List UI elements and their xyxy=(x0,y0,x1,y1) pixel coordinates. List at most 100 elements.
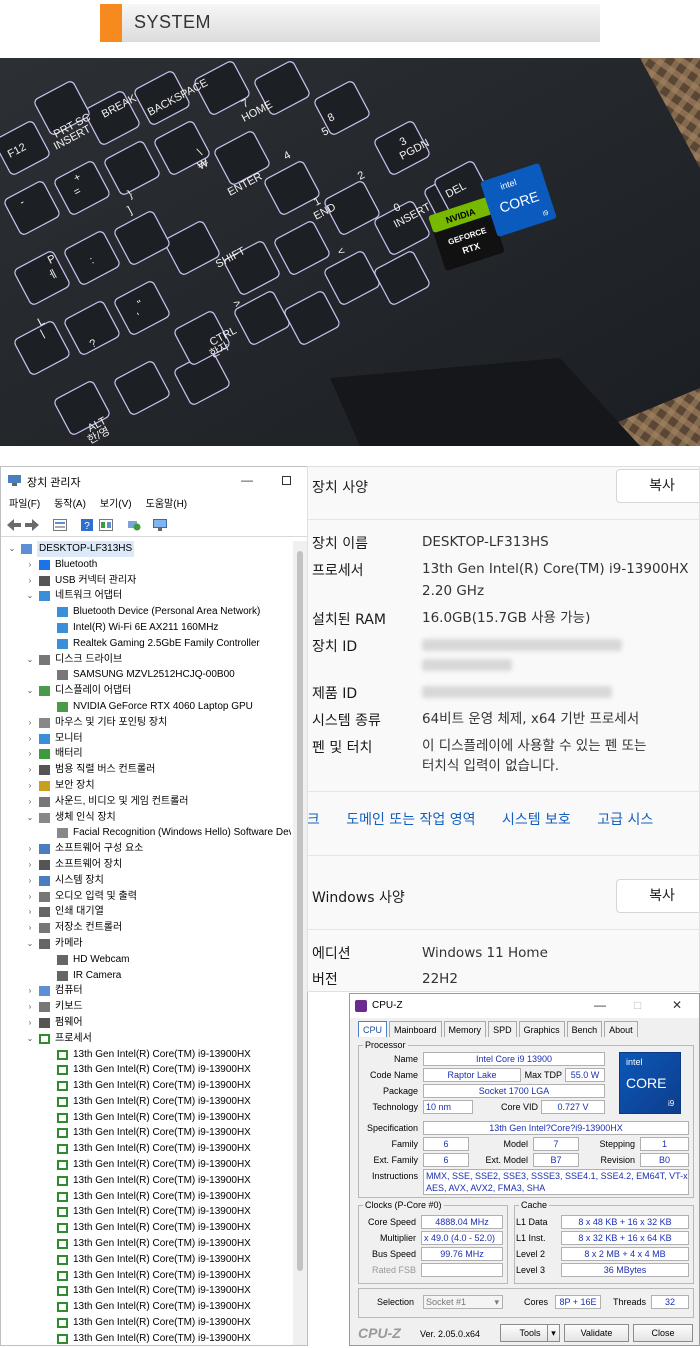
chevron-right-icon[interactable]: › xyxy=(25,904,35,920)
menu-help[interactable]: 도움말(H) xyxy=(146,495,187,513)
tree-item[interactable]: Realtek Gaming 2.5GbE Family Controller xyxy=(1,636,291,652)
tree-item[interactable]: ⌄ 카메라 xyxy=(1,936,291,952)
tree-item[interactable]: 13th Gen Intel(R) Core(TM) i9-13900HX xyxy=(1,1236,291,1252)
close-icon[interactable]: ✕ xyxy=(672,998,682,1012)
back-arrow-icon[interactable] xyxy=(7,519,21,531)
tools-button[interactable]: Tools ▾ xyxy=(500,1324,560,1342)
tree-item[interactable]: 13th Gen Intel(R) Core(TM) i9-13900HX xyxy=(1,1125,291,1141)
vertical-scrollbar[interactable] xyxy=(293,541,307,1345)
tree-item[interactable]: ⌄ 디스크 드라이브 xyxy=(1,652,291,668)
link-domain-workgroup[interactable]: 도메인 또는 작업 영역 xyxy=(346,812,475,828)
maximize-button[interactable]: □ xyxy=(634,998,641,1012)
tree-item[interactable]: ⌄ 생체 인식 장치 xyxy=(1,810,291,826)
tree-item[interactable]: › Bluetooth xyxy=(1,557,291,573)
chevron-down-icon[interactable]: ⌄ xyxy=(25,1031,35,1047)
chevron-right-icon[interactable]: › xyxy=(25,920,35,936)
tree-item[interactable]: › 범용 직렬 버스 컨트롤러 xyxy=(1,762,291,778)
tree-item[interactable]: › 컴퓨터 xyxy=(1,983,291,999)
tab-spd[interactable]: SPD xyxy=(488,1021,517,1037)
tree-item[interactable]: › 오디오 입력 및 출력 xyxy=(1,889,291,905)
tree-item[interactable]: › 모니터 xyxy=(1,731,291,747)
tree-item[interactable]: › 마우스 및 기타 포인팅 장치 xyxy=(1,715,291,731)
tree-item[interactable]: ⌄ 네트워크 어댑터 xyxy=(1,588,291,604)
tree-item[interactable]: › 저장소 컨트롤러 xyxy=(1,920,291,936)
tree-item[interactable]: 13th Gen Intel(R) Core(TM) i9-13900HX xyxy=(1,1315,291,1331)
tab-bench[interactable]: Bench xyxy=(566,1021,603,1037)
chevron-right-icon[interactable]: › xyxy=(25,762,35,778)
tree-item[interactable]: 13th Gen Intel(R) Core(TM) i9-13900HX xyxy=(1,1047,291,1063)
help-icon[interactable]: ? xyxy=(81,519,93,531)
validate-button[interactable]: Validate xyxy=(564,1324,629,1342)
minimize-button[interactable]: — xyxy=(241,473,253,487)
tree-item[interactable]: › 소프트웨어 장치 xyxy=(1,857,291,873)
tree-item[interactable]: 13th Gen Intel(R) Core(TM) i9-13900HX xyxy=(1,1252,291,1268)
chevron-right-icon[interactable]: › xyxy=(25,746,35,762)
tree-item[interactable]: SAMSUNG MZVL2512HCJQ-00B00 xyxy=(1,667,291,683)
chevron-right-icon[interactable]: › xyxy=(25,794,35,810)
tree-item[interactable]: › 배터리 xyxy=(1,746,291,762)
chevron-right-icon[interactable]: › xyxy=(25,983,35,999)
tree-item[interactable]: › 시스템 장치 xyxy=(1,873,291,889)
tree-item[interactable]: Facial Recognition (Windows Hello) Softw… xyxy=(1,825,291,841)
chevron-right-icon[interactable]: › xyxy=(25,731,35,747)
tab-memory[interactable]: Memory xyxy=(443,1021,487,1037)
chevron-down-icon[interactable]: ⌄ xyxy=(25,683,35,699)
chevron-down-icon[interactable]: ⌄ xyxy=(25,588,35,604)
scan-hardware-icon[interactable] xyxy=(127,519,141,531)
tab-graphics[interactable]: Graphics xyxy=(518,1021,565,1037)
tree-item[interactable]: IR Camera xyxy=(1,968,291,984)
tree-item[interactable]: › 사운드, 비디오 및 게임 컨트롤러 xyxy=(1,794,291,810)
copy-windows-specs-button[interactable]: 복사 xyxy=(616,879,699,913)
tree-item[interactable]: › 펌웨어 xyxy=(1,1015,291,1031)
monitor-icon[interactable] xyxy=(153,519,167,531)
tree-item[interactable]: 13th Gen Intel(R) Core(TM) i9-13900HX xyxy=(1,1220,291,1236)
tree-item[interactable]: ⌄ 프로세서 xyxy=(1,1031,291,1047)
link-advanced-system[interactable]: 고급 시스 xyxy=(597,812,653,828)
tree-item[interactable]: HD Webcam xyxy=(1,952,291,968)
chevron-down-icon[interactable]: ⌄ xyxy=(25,652,35,668)
tree-item[interactable]: 13th Gen Intel(R) Core(TM) i9-13900HX xyxy=(1,1189,291,1205)
chevron-right-icon[interactable]: › xyxy=(25,778,35,794)
chevron-right-icon[interactable]: › xyxy=(25,857,35,873)
chevron-right-icon[interactable]: › xyxy=(25,557,35,573)
chevron-down-icon[interactable]: ⌄ xyxy=(25,936,35,952)
tab-about[interactable]: About xyxy=(604,1021,638,1037)
maximize-button[interactable] xyxy=(282,476,291,485)
tree-item[interactable]: 13th Gen Intel(R) Core(TM) i9-13900HX xyxy=(1,1331,291,1345)
tree-item[interactable]: › 키보드 xyxy=(1,999,291,1015)
chevron-right-icon[interactable]: › xyxy=(25,889,35,905)
close-button[interactable]: Close xyxy=(633,1324,693,1342)
menu-view[interactable]: 보기(V) xyxy=(100,495,132,513)
tree-item[interactable]: › 보안 장치 xyxy=(1,778,291,794)
copy-device-specs-button[interactable]: 복사 xyxy=(616,469,699,503)
tree-item[interactable]: 13th Gen Intel(R) Core(TM) i9-13900HX xyxy=(1,1299,291,1315)
tree-item[interactable]: 13th Gen Intel(R) Core(TM) i9-13900HX xyxy=(1,1268,291,1284)
menu-action[interactable]: 동작(A) xyxy=(54,495,86,513)
forward-arrow-icon[interactable] xyxy=(25,519,39,531)
tree-item[interactable]: 13th Gen Intel(R) Core(TM) i9-13900HX xyxy=(1,1062,291,1078)
properties-view-icon[interactable] xyxy=(53,519,67,531)
chevron-right-icon[interactable]: › xyxy=(25,1015,35,1031)
tree-item[interactable]: › 소프트웨어 구성 요소 xyxy=(1,841,291,857)
socket-select[interactable]: Socket #1 ▾ xyxy=(423,1295,503,1309)
chevron-right-icon[interactable]: › xyxy=(25,841,35,857)
tree-item[interactable]: Bluetooth Device (Personal Area Network) xyxy=(1,604,291,620)
tree-item[interactable]: ⌄ DESKTOP-LF313HS xyxy=(1,541,291,557)
chevron-right-icon[interactable]: › xyxy=(25,999,35,1015)
tree-item[interactable]: 13th Gen Intel(R) Core(TM) i9-13900HX xyxy=(1,1283,291,1299)
scrollbar-thumb[interactable] xyxy=(297,551,303,1271)
tree-item[interactable]: 13th Gen Intel(R) Core(TM) i9-13900HX xyxy=(1,1078,291,1094)
link-system-protection[interactable]: 시스템 보호 xyxy=(502,812,571,828)
minimize-button[interactable]: — xyxy=(594,998,606,1012)
chevron-down-icon[interactable]: ⌄ xyxy=(7,541,17,557)
menu-file[interactable]: 파일(F) xyxy=(9,495,40,513)
tab-cpu[interactable]: CPU xyxy=(358,1021,388,1037)
view-resources-icon[interactable] xyxy=(99,519,113,531)
tree-item[interactable]: 13th Gen Intel(R) Core(TM) i9-13900HX xyxy=(1,1110,291,1126)
tree-item[interactable]: 13th Gen Intel(R) Core(TM) i9-13900HX xyxy=(1,1173,291,1189)
tab-mainboard[interactable]: Mainboard xyxy=(389,1021,442,1037)
chevron-right-icon[interactable]: › xyxy=(25,715,35,731)
tree-item[interactable]: 13th Gen Intel(R) Core(TM) i9-13900HX xyxy=(1,1157,291,1173)
tree-item[interactable]: Intel(R) Wi-Fi 6E AX211 160MHz xyxy=(1,620,291,636)
chevron-down-icon[interactable]: ⌄ xyxy=(25,810,35,826)
